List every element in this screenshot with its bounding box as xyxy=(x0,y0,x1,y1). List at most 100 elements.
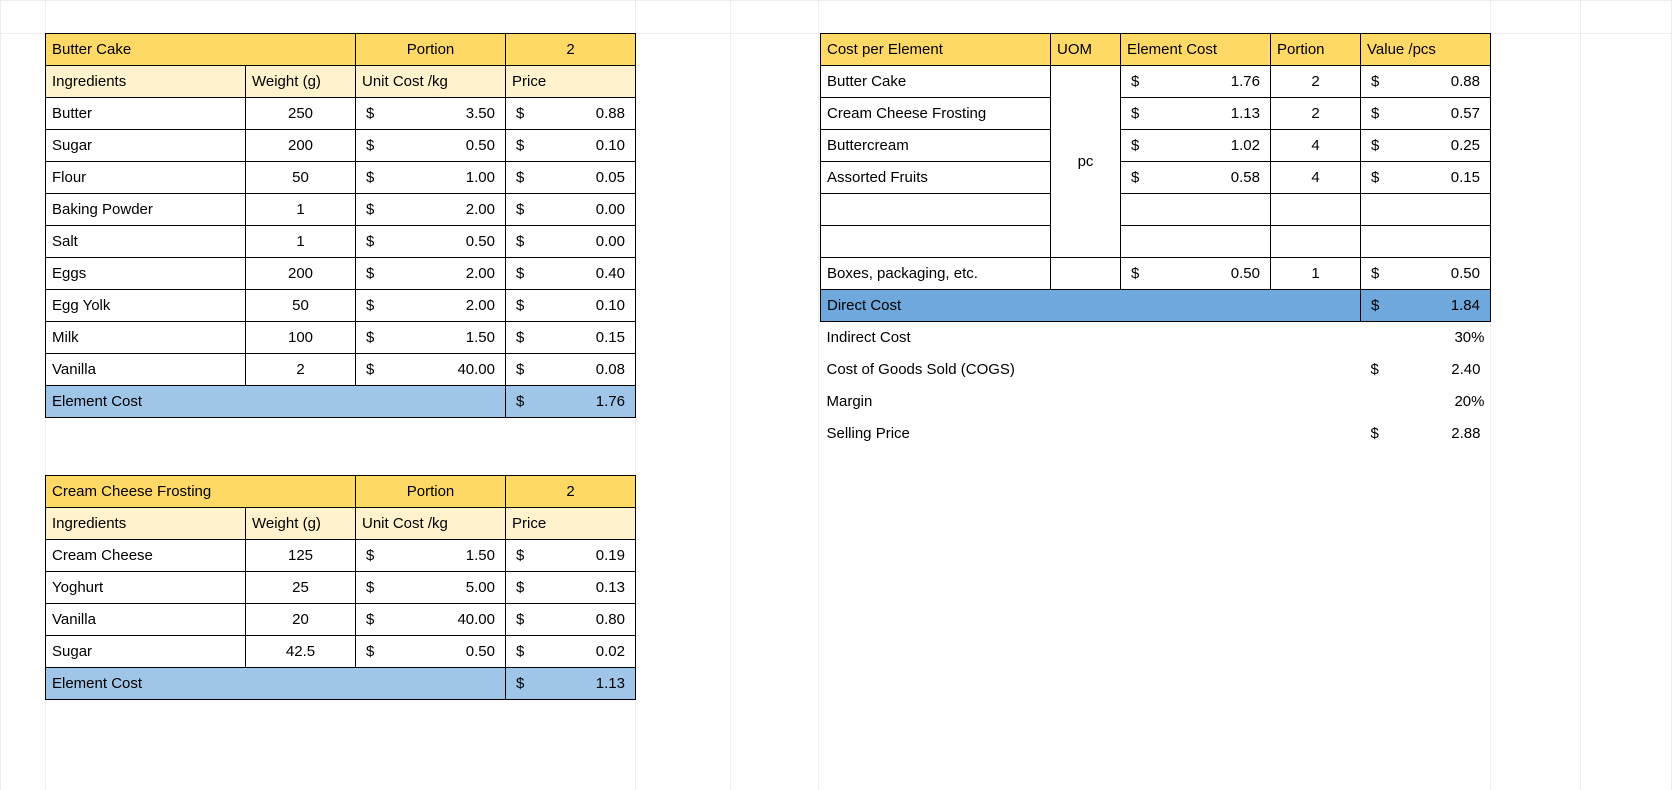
summary-col-portion[interactable]: Portion xyxy=(1271,34,1361,66)
empty-cell[interactable] xyxy=(1051,258,1121,290)
empty-cell[interactable] xyxy=(1361,194,1491,226)
summary-ec[interactable]: $1.76 xyxy=(1121,66,1271,98)
ingredient-price[interactable]: $0.13 xyxy=(506,572,636,604)
ingredient-name[interactable]: Butter xyxy=(46,98,246,130)
summary-portion[interactable]: 4 xyxy=(1271,162,1361,194)
recipe2-portion-value[interactable]: 2 xyxy=(506,476,636,508)
ingredient-price[interactable]: $0.02 xyxy=(506,636,636,668)
ingredient-weight[interactable]: 1 xyxy=(246,194,356,226)
ingredient-price[interactable]: $0.05 xyxy=(506,162,636,194)
ingredient-weight[interactable]: 20 xyxy=(246,604,356,636)
ingredient-unitcost[interactable]: $2.00 xyxy=(356,258,506,290)
recipe1-total-value[interactable]: $1.76 xyxy=(506,386,636,418)
recipe2-col-uc[interactable]: Unit Cost /kg xyxy=(356,508,506,540)
ingredient-name[interactable]: Sugar xyxy=(46,636,246,668)
summary-col-ec[interactable]: Element Cost xyxy=(1121,34,1271,66)
ingredient-weight[interactable]: 200 xyxy=(246,258,356,290)
ingredient-name[interactable]: Eggs xyxy=(46,258,246,290)
selling-price-label[interactable]: Selling Price xyxy=(821,418,1361,450)
summary-portion[interactable]: 2 xyxy=(1271,98,1361,130)
ingredient-weight[interactable]: 125 xyxy=(246,540,356,572)
summary-vp[interactable]: $0.57 xyxy=(1361,98,1491,130)
margin-value[interactable]: 20% xyxy=(1361,386,1491,418)
ingredient-weight[interactable]: 25 xyxy=(246,572,356,604)
summary-vp[interactable]: $0.15 xyxy=(1361,162,1491,194)
recipe1-total-label[interactable]: Element Cost xyxy=(46,386,506,418)
summary-col-vp[interactable]: Value /pcs xyxy=(1361,34,1491,66)
ingredient-unitcost[interactable]: $40.00 xyxy=(356,604,506,636)
empty-cell[interactable] xyxy=(1121,226,1271,258)
recipe2-total-label[interactable]: Element Cost xyxy=(46,668,506,700)
indirect-cost-value[interactable]: 30% xyxy=(1361,322,1491,354)
recipe2-portion-label[interactable]: Portion xyxy=(356,476,506,508)
ingredient-price[interactable]: $0.15 xyxy=(506,322,636,354)
summary-ec[interactable]: $0.58 xyxy=(1121,162,1271,194)
packaging-vp[interactable]: $0.50 xyxy=(1361,258,1491,290)
summary-portion[interactable]: 2 xyxy=(1271,66,1361,98)
table-row[interactable]: Buttercream xyxy=(821,130,1051,162)
ingredient-unitcost[interactable]: $0.50 xyxy=(356,226,506,258)
ingredient-price[interactable]: $0.00 xyxy=(506,226,636,258)
summary-vp[interactable]: $0.88 xyxy=(1361,66,1491,98)
empty-cell[interactable] xyxy=(1121,194,1271,226)
selling-price-value[interactable]: $2.88 xyxy=(1361,418,1491,450)
recipe1-portion-label[interactable]: Portion xyxy=(356,34,506,66)
table-row[interactable]: Cream Cheese Frosting xyxy=(821,98,1051,130)
ingredient-unitcost[interactable]: $0.50 xyxy=(356,130,506,162)
packaging-portion[interactable]: 1 xyxy=(1271,258,1361,290)
ingredient-name[interactable]: Vanilla xyxy=(46,604,246,636)
empty-cell[interactable] xyxy=(1361,226,1491,258)
ingredient-price[interactable]: $0.19 xyxy=(506,540,636,572)
ingredient-unitcost[interactable]: $2.00 xyxy=(356,194,506,226)
summary-vp[interactable]: $0.25 xyxy=(1361,130,1491,162)
recipe2-total-value[interactable]: $1.13 xyxy=(506,668,636,700)
summary-col-cpe[interactable]: Cost per Element xyxy=(821,34,1051,66)
ingredient-price[interactable]: $0.10 xyxy=(506,130,636,162)
ingredient-weight[interactable]: 200 xyxy=(246,130,356,162)
ingredient-unitcost[interactable]: $1.50 xyxy=(356,322,506,354)
recipe1-col-uc[interactable]: Unit Cost /kg xyxy=(356,66,506,98)
packaging-ec[interactable]: $0.50 xyxy=(1121,258,1271,290)
ingredient-price[interactable]: $0.40 xyxy=(506,258,636,290)
cogs-label[interactable]: Cost of Goods Sold (COGS) xyxy=(821,354,1361,386)
ingredient-unitcost[interactable]: $1.50 xyxy=(356,540,506,572)
ingredient-weight[interactable]: 50 xyxy=(246,290,356,322)
recipe1-col-wt[interactable]: Weight (g) xyxy=(246,66,356,98)
summary-ec[interactable]: $1.02 xyxy=(1121,130,1271,162)
direct-cost-value[interactable]: $1.84 xyxy=(1361,290,1491,322)
ingredient-name[interactable]: Sugar xyxy=(46,130,246,162)
ingredient-unitcost[interactable]: $2.00 xyxy=(356,290,506,322)
ingredient-name[interactable]: Egg Yolk xyxy=(46,290,246,322)
direct-cost-label[interactable]: Direct Cost xyxy=(821,290,1361,322)
empty-cell[interactable] xyxy=(821,226,1051,258)
ingredient-unitcost[interactable]: $5.00 xyxy=(356,572,506,604)
table-row[interactable]: Assorted Fruits xyxy=(821,162,1051,194)
cogs-value[interactable]: $2.40 xyxy=(1361,354,1491,386)
ingredient-weight[interactable]: 2 xyxy=(246,354,356,386)
table-row[interactable]: Butter Cake xyxy=(821,66,1051,98)
ingredient-weight[interactable]: 1 xyxy=(246,226,356,258)
recipe2-col-ing[interactable]: Ingredients xyxy=(46,508,246,540)
ingredient-unitcost[interactable]: $1.00 xyxy=(356,162,506,194)
ingredient-weight[interactable]: 42.5 xyxy=(246,636,356,668)
summary-portion[interactable]: 4 xyxy=(1271,130,1361,162)
summary-ec[interactable]: $1.13 xyxy=(1121,98,1271,130)
ingredient-name[interactable]: Flour xyxy=(46,162,246,194)
ingredient-unitcost[interactable]: $3.50 xyxy=(356,98,506,130)
recipe1-col-ing[interactable]: Ingredients xyxy=(46,66,246,98)
ingredient-price[interactable]: $0.88 xyxy=(506,98,636,130)
ingredient-name[interactable]: Salt xyxy=(46,226,246,258)
ingredient-price[interactable]: $0.80 xyxy=(506,604,636,636)
ingredient-weight[interactable]: 100 xyxy=(246,322,356,354)
summary-uom-value[interactable]: pc xyxy=(1051,66,1121,258)
recipe2-col-price[interactable]: Price xyxy=(506,508,636,540)
recipe1-portion-value[interactable]: 2 xyxy=(506,34,636,66)
recipe2-col-wt[interactable]: Weight (g) xyxy=(246,508,356,540)
ingredient-price[interactable]: $0.10 xyxy=(506,290,636,322)
ingredient-name[interactable]: Milk xyxy=(46,322,246,354)
ingredient-name[interactable]: Baking Powder xyxy=(46,194,246,226)
ingredient-unitcost[interactable]: $0.50 xyxy=(356,636,506,668)
recipe1-col-price[interactable]: Price xyxy=(506,66,636,98)
ingredient-name[interactable]: Yoghurt xyxy=(46,572,246,604)
ingredient-unitcost[interactable]: $40.00 xyxy=(356,354,506,386)
